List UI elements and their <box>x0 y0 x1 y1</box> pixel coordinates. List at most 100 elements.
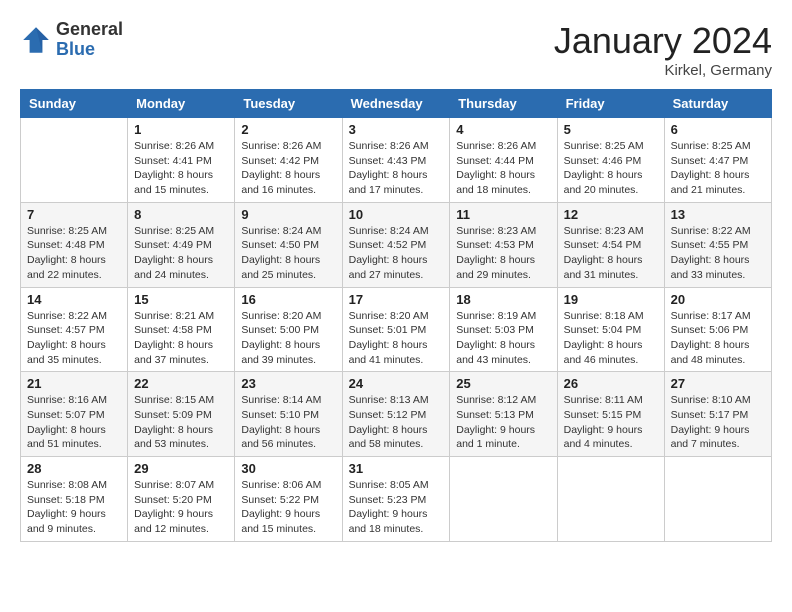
calendar-cell: 6 Sunrise: 8:25 AM Sunset: 4:47 PM Daylig… <box>664 118 771 203</box>
month-title: January 2024 <box>554 20 772 62</box>
day-number: 10 <box>349 207 444 222</box>
calendar-cell: 24Sunrise: 8:13 AM Sunset: 5:12 PM Dayli… <box>342 372 450 457</box>
calendar-cell: 3 Sunrise: 8:26 AM Sunset: 4:43 PM Daylig… <box>342 118 450 203</box>
weekday-header: Friday <box>557 90 664 118</box>
day-number: 12 <box>564 207 658 222</box>
day-info: Sunrise: 8:13 AM Sunset: 5:12 PM Dayligh… <box>349 393 444 452</box>
day-info: Sunrise: 8:22 AM Sunset: 4:55 PM Dayligh… <box>671 224 765 283</box>
day-info: Sunrise: 8:25 AM Sunset: 4:47 PM Dayligh… <box>671 139 765 198</box>
calendar-cell: 10Sunrise: 8:24 AM Sunset: 4:52 PM Dayli… <box>342 202 450 287</box>
calendar-week-row: 7 Sunrise: 8:25 AM Sunset: 4:48 PM Daylig… <box>21 202 772 287</box>
logo-blue-text: Blue <box>56 40 123 60</box>
weekday-header: Tuesday <box>235 90 342 118</box>
calendar-cell: 23Sunrise: 8:14 AM Sunset: 5:10 PM Dayli… <box>235 372 342 457</box>
day-number: 22 <box>134 376 228 391</box>
location-text: Kirkel, Germany <box>554 62 772 79</box>
calendar-cell <box>21 118 128 203</box>
day-number: 16 <box>241 292 335 307</box>
day-number: 5 <box>564 122 658 137</box>
day-number: 25 <box>456 376 550 391</box>
day-info: Sunrise: 8:25 AM Sunset: 4:49 PM Dayligh… <box>134 224 228 283</box>
day-info: Sunrise: 8:21 AM Sunset: 4:58 PM Dayligh… <box>134 309 228 368</box>
day-info: Sunrise: 8:05 AM Sunset: 5:23 PM Dayligh… <box>349 478 444 537</box>
day-number: 2 <box>241 122 335 137</box>
calendar-cell: 13 Sunrise: 8:22 AM Sunset: 4:55 PM Dayli… <box>664 202 771 287</box>
day-info: Sunrise: 8:07 AM Sunset: 5:20 PM Dayligh… <box>134 478 228 537</box>
day-info: Sunrise: 8:20 AM Sunset: 5:01 PM Dayligh… <box>349 309 444 368</box>
day-info: Sunrise: 8:19 AM Sunset: 5:03 PM Dayligh… <box>456 309 550 368</box>
day-info: Sunrise: 8:23 AM Sunset: 4:54 PM Dayligh… <box>564 224 658 283</box>
day-info: Sunrise: 8:20 AM Sunset: 5:00 PM Dayligh… <box>241 309 335 368</box>
day-number: 29 <box>134 461 228 476</box>
day-number: 3 <box>349 122 444 137</box>
calendar-cell: 31Sunrise: 8:05 AM Sunset: 5:23 PM Dayli… <box>342 457 450 542</box>
calendar-week-row: 1 Sunrise: 8:26 AM Sunset: 4:41 PM Daylig… <box>21 118 772 203</box>
day-info: Sunrise: 8:15 AM Sunset: 5:09 PM Dayligh… <box>134 393 228 452</box>
calendar-cell: 27 Sunrise: 8:10 AM Sunset: 5:17 PM Dayli… <box>664 372 771 457</box>
title-block: January 2024 Kirkel, Germany <box>554 20 772 79</box>
day-info: Sunrise: 8:25 AM Sunset: 4:48 PM Dayligh… <box>27 224 121 283</box>
day-info: Sunrise: 8:12 AM Sunset: 5:13 PM Dayligh… <box>456 393 550 452</box>
calendar-cell <box>664 457 771 542</box>
day-info: Sunrise: 8:23 AM Sunset: 4:53 PM Dayligh… <box>456 224 550 283</box>
day-info: Sunrise: 8:26 AM Sunset: 4:41 PM Dayligh… <box>134 139 228 198</box>
calendar-cell: 18Sunrise: 8:19 AM Sunset: 5:03 PM Dayli… <box>450 287 557 372</box>
day-number: 4 <box>456 122 550 137</box>
calendar-cell: 8 Sunrise: 8:25 AM Sunset: 4:49 PM Daylig… <box>128 202 235 287</box>
calendar-cell: 28Sunrise: 8:08 AM Sunset: 5:18 PM Dayli… <box>21 457 128 542</box>
calendar-cell: 9 Sunrise: 8:24 AM Sunset: 4:50 PM Daylig… <box>235 202 342 287</box>
weekday-header: Monday <box>128 90 235 118</box>
day-number: 15 <box>134 292 228 307</box>
day-number: 13 <box>671 207 765 222</box>
day-info: Sunrise: 8:26 AM Sunset: 4:42 PM Dayligh… <box>241 139 335 198</box>
day-info: Sunrise: 8:26 AM Sunset: 4:43 PM Dayligh… <box>349 139 444 198</box>
day-number: 6 <box>671 122 765 137</box>
calendar-week-row: 14 Sunrise: 8:22 AM Sunset: 4:57 PM Dayli… <box>21 287 772 372</box>
calendar-table: SundayMondayTuesdayWednesdayThursdayFrid… <box>20 89 772 542</box>
day-number: 23 <box>241 376 335 391</box>
calendar-cell: 30Sunrise: 8:06 AM Sunset: 5:22 PM Dayli… <box>235 457 342 542</box>
day-number: 8 <box>134 207 228 222</box>
day-info: Sunrise: 8:06 AM Sunset: 5:22 PM Dayligh… <box>241 478 335 537</box>
day-number: 27 <box>671 376 765 391</box>
weekday-header: Thursday <box>450 90 557 118</box>
calendar-cell: 14 Sunrise: 8:22 AM Sunset: 4:57 PM Dayli… <box>21 287 128 372</box>
day-info: Sunrise: 8:18 AM Sunset: 5:04 PM Dayligh… <box>564 309 658 368</box>
day-number: 1 <box>134 122 228 137</box>
logo-general-text: General <box>56 20 123 40</box>
calendar-week-row: 21Sunrise: 8:16 AM Sunset: 5:07 PM Dayli… <box>21 372 772 457</box>
calendar-cell: 11 Sunrise: 8:23 AM Sunset: 4:53 PM Dayli… <box>450 202 557 287</box>
calendar-cell: 15 Sunrise: 8:21 AM Sunset: 4:58 PM Dayli… <box>128 287 235 372</box>
day-info: Sunrise: 8:17 AM Sunset: 5:06 PM Dayligh… <box>671 309 765 368</box>
day-number: 9 <box>241 207 335 222</box>
day-number: 17 <box>349 292 444 307</box>
day-number: 19 <box>564 292 658 307</box>
day-info: Sunrise: 8:24 AM Sunset: 4:50 PM Dayligh… <box>241 224 335 283</box>
logo-icon <box>20 24 52 56</box>
weekday-header: Sunday <box>21 90 128 118</box>
calendar-cell: 4Sunrise: 8:26 AM Sunset: 4:44 PM Daylig… <box>450 118 557 203</box>
day-info: Sunrise: 8:11 AM Sunset: 5:15 PM Dayligh… <box>564 393 658 452</box>
weekday-header: Saturday <box>664 90 771 118</box>
calendar-cell: 16 Sunrise: 8:20 AM Sunset: 5:00 PM Dayli… <box>235 287 342 372</box>
calendar-cell: 5Sunrise: 8:25 AM Sunset: 4:46 PM Daylig… <box>557 118 664 203</box>
calendar-cell <box>557 457 664 542</box>
calendar-cell: 26 Sunrise: 8:11 AM Sunset: 5:15 PM Dayli… <box>557 372 664 457</box>
calendar-cell: 17 Sunrise: 8:20 AM Sunset: 5:01 PM Dayli… <box>342 287 450 372</box>
day-number: 7 <box>27 207 121 222</box>
calendar-cell: 12 Sunrise: 8:23 AM Sunset: 4:54 PM Dayli… <box>557 202 664 287</box>
day-info: Sunrise: 8:08 AM Sunset: 5:18 PM Dayligh… <box>27 478 121 537</box>
day-number: 11 <box>456 207 550 222</box>
calendar-cell: 1 Sunrise: 8:26 AM Sunset: 4:41 PM Daylig… <box>128 118 235 203</box>
day-number: 26 <box>564 376 658 391</box>
calendar-cell: 2 Sunrise: 8:26 AM Sunset: 4:42 PM Daylig… <box>235 118 342 203</box>
day-info: Sunrise: 8:16 AM Sunset: 5:07 PM Dayligh… <box>27 393 121 452</box>
weekday-header-row: SundayMondayTuesdayWednesdayThursdayFrid… <box>21 90 772 118</box>
day-number: 14 <box>27 292 121 307</box>
calendar-week-row: 28Sunrise: 8:08 AM Sunset: 5:18 PM Dayli… <box>21 457 772 542</box>
calendar-cell: 29 Sunrise: 8:07 AM Sunset: 5:20 PM Dayli… <box>128 457 235 542</box>
calendar-cell: 21Sunrise: 8:16 AM Sunset: 5:07 PM Dayli… <box>21 372 128 457</box>
day-info: Sunrise: 8:22 AM Sunset: 4:57 PM Dayligh… <box>27 309 121 368</box>
logo: General Blue <box>20 20 123 60</box>
day-info: Sunrise: 8:10 AM Sunset: 5:17 PM Dayligh… <box>671 393 765 452</box>
